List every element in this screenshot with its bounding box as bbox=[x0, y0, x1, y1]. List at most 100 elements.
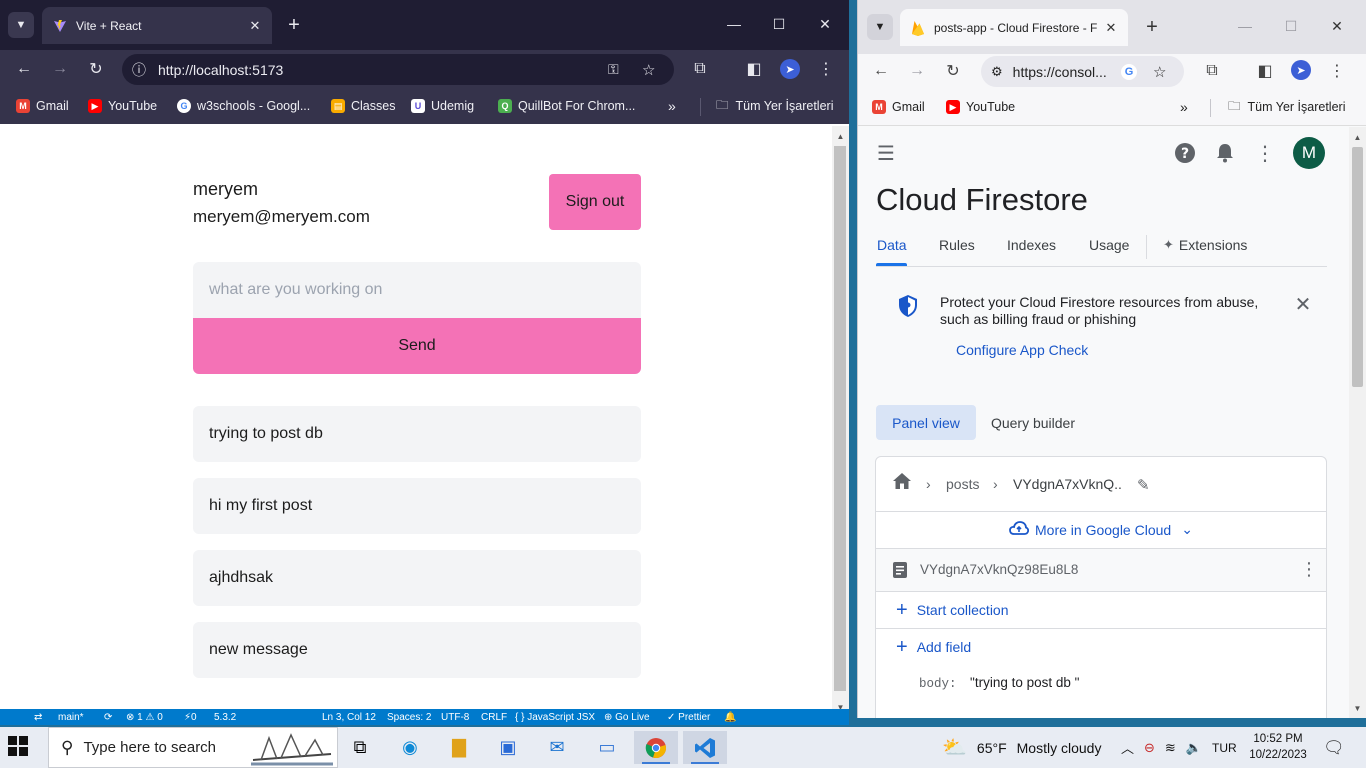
google-lens-icon[interactable]: G bbox=[1121, 63, 1137, 80]
remote-icon[interactable]: ⇄ bbox=[34, 712, 42, 723]
maximize-button[interactable]: ☐ bbox=[1271, 10, 1311, 42]
site-settings-icon[interactable]: ⚙ bbox=[991, 64, 1003, 80]
forward-icon[interactable]: → bbox=[903, 57, 931, 85]
language-mode[interactable]: { } JavaScript JSX bbox=[515, 712, 595, 723]
close-icon[interactable]: ✕ bbox=[1292, 293, 1314, 316]
ports-indicator[interactable]: ⚡0 bbox=[184, 712, 197, 723]
sync-icon[interactable]: ⟳ bbox=[104, 712, 112, 723]
weather-widget[interactable]: ⛅ 65°F Mostly cloudy bbox=[942, 727, 1101, 768]
scroll-up-icon[interactable]: ▲ bbox=[1349, 129, 1366, 145]
extensions-icon[interactable]: ⧉ bbox=[686, 55, 714, 83]
maximize-button[interactable]: ☐ bbox=[759, 8, 799, 40]
help-icon[interactable]: ? bbox=[1172, 140, 1198, 166]
sign-out-button[interactable]: Sign out bbox=[549, 174, 641, 230]
ts-version[interactable]: 5.3.2 bbox=[214, 712, 236, 723]
site-info-icon[interactable]: ⓘ bbox=[132, 60, 146, 80]
star-icon[interactable]: ☆ bbox=[642, 61, 655, 79]
taskbar-search-input[interactable] bbox=[83, 739, 234, 756]
problems-indicator[interactable]: ⊗ 1 ⚠ 0 bbox=[126, 712, 163, 723]
taskbar-search[interactable]: ⚲ bbox=[48, 727, 338, 768]
start-collection-button[interactable]: + Start collection bbox=[896, 600, 1009, 620]
bookmark-quillbot[interactable]: Q QuillBot For Chrom... bbox=[498, 97, 635, 115]
home-icon[interactable] bbox=[892, 472, 912, 493]
all-bookmarks[interactable]: 🗀 Tüm Yer İşaretleri bbox=[1228, 98, 1345, 116]
more-in-google-cloud-button[interactable]: More in Google Cloud ⌄ bbox=[1009, 521, 1193, 538]
tab-search-button[interactable]: ▼ bbox=[8, 12, 34, 38]
notifications-icon[interactable]: 🔔 bbox=[724, 712, 736, 723]
document-menu-icon[interactable]: ⋮ bbox=[1300, 559, 1318, 580]
close-window-button[interactable]: ✕ bbox=[1317, 10, 1357, 42]
tab-data[interactable]: Data bbox=[877, 237, 907, 253]
close-window-button[interactable]: ✕ bbox=[805, 8, 845, 40]
tab-close-icon[interactable]: ✕ bbox=[244, 15, 266, 37]
menu-icon[interactable]: ⋮ bbox=[812, 55, 840, 83]
prettier-status[interactable]: ✓ Prettier bbox=[667, 712, 710, 723]
address-bar[interactable]: ⚙ https://consol... G ☆ bbox=[981, 56, 1184, 87]
bookmark-w3schools[interactable]: Gw3schools - Googl... bbox=[177, 97, 310, 115]
extensions-icon[interactable]: ⧉ bbox=[1198, 57, 1226, 85]
vscode-icon[interactable] bbox=[683, 731, 727, 764]
star-icon[interactable]: ☆ bbox=[1153, 63, 1166, 81]
key-icon[interactable]: ⚿ bbox=[608, 61, 619, 78]
add-field-button[interactable]: + Add field bbox=[896, 637, 971, 657]
network-warning-icon[interactable]: ⊖ bbox=[1144, 740, 1155, 756]
page-scrollbar[interactable]: ▲ ▼ bbox=[1349, 127, 1366, 718]
notifications-bell-icon[interactable] bbox=[1212, 140, 1238, 166]
address-bar[interactable]: ⓘ http://localhost:5173 ⚿ ☆ bbox=[122, 54, 674, 85]
encoding[interactable]: UTF-8 bbox=[441, 712, 469, 723]
scroll-thumb[interactable] bbox=[834, 146, 846, 691]
chrome-icon[interactable] bbox=[634, 731, 678, 764]
reload-icon[interactable]: ↻ bbox=[82, 55, 110, 83]
document-row[interactable]: VYdgnA7xVknQz98Eu8L8 ⋮ bbox=[876, 549, 1326, 592]
microsoft-store-icon[interactable]: ▣ bbox=[486, 731, 530, 764]
mail-icon[interactable]: ✉ bbox=[535, 731, 579, 764]
back-icon[interactable]: ← bbox=[10, 55, 38, 83]
panel-view-button[interactable]: Panel view bbox=[876, 405, 976, 440]
back-icon[interactable]: ← bbox=[867, 57, 895, 85]
profile-icon[interactable]: ➤ bbox=[780, 59, 800, 79]
cursor-position[interactable]: Ln 3, Col 12 bbox=[322, 712, 376, 723]
go-live-button[interactable]: ⊕ Go Live bbox=[604, 712, 650, 723]
query-builder-button[interactable]: Query builder bbox=[983, 405, 1083, 440]
breadcrumb-collection[interactable]: posts bbox=[946, 476, 979, 492]
file-explorer-icon[interactable]: ▇ bbox=[437, 731, 481, 764]
minimize-button[interactable]: — bbox=[714, 8, 754, 40]
wifi-icon[interactable]: ≋ bbox=[1165, 740, 1176, 756]
edge-icon[interactable]: ◉ bbox=[388, 731, 432, 764]
all-bookmarks[interactable]: 🗀 Tüm Yer İşaretleri bbox=[716, 97, 833, 115]
input-language[interactable]: TUR bbox=[1212, 741, 1237, 755]
minimize-button[interactable]: — bbox=[1225, 10, 1265, 42]
account-avatar[interactable]: M bbox=[1293, 137, 1325, 169]
edit-pencil-icon[interactable]: ✎ bbox=[1137, 476, 1150, 494]
bookmarks-overflow-icon[interactable]: » bbox=[1180, 98, 1188, 116]
scroll-down-icon[interactable]: ▼ bbox=[1349, 700, 1366, 716]
action-center-icon[interactable]: 🗨 bbox=[1323, 727, 1345, 768]
forward-icon[interactable]: → bbox=[46, 55, 74, 83]
tab-rules[interactable]: Rules bbox=[939, 237, 975, 253]
bookmark-classes[interactable]: ▤ Classes bbox=[331, 97, 395, 115]
breadcrumb-document[interactable]: VYdgnA7xVknQ.. bbox=[1013, 476, 1122, 492]
bookmark-youtube[interactable]: ▶ YouTube bbox=[88, 97, 157, 115]
git-branch[interactable]: main* bbox=[58, 712, 84, 723]
tab-search-button[interactable]: ▼ bbox=[867, 14, 893, 40]
configure-app-check-link[interactable]: Configure App Check bbox=[956, 342, 1088, 358]
more-options-icon[interactable]: ⋮ bbox=[1252, 140, 1278, 166]
tab-close-icon[interactable]: ✕ bbox=[1100, 17, 1122, 39]
side-panel-icon[interactable]: ◧ bbox=[1251, 57, 1279, 85]
tray-overflow-icon[interactable]: ︿ bbox=[1121, 738, 1134, 757]
tab-extensions[interactable]: ✦ Extensions bbox=[1163, 237, 1247, 253]
reload-icon[interactable]: ↻ bbox=[939, 57, 967, 85]
bookmark-gmail[interactable]: M Gmail bbox=[16, 97, 69, 115]
scroll-up-icon[interactable]: ▲ bbox=[832, 128, 849, 144]
bookmark-youtube[interactable]: ▶ YouTube bbox=[946, 98, 1015, 116]
tab-usage[interactable]: Usage bbox=[1089, 237, 1129, 253]
hamburger-menu-icon[interactable]: ☰ bbox=[875, 140, 897, 166]
post-input[interactable] bbox=[193, 262, 641, 318]
task-view-icon[interactable]: ⧉ bbox=[338, 731, 382, 764]
tab-firestore[interactable]: posts-app - Cloud Firestore - F ✕ bbox=[900, 9, 1128, 46]
menu-icon[interactable]: ⋮ bbox=[1323, 57, 1351, 85]
system-clock[interactable]: 10:52 PM 10/22/2023 bbox=[1248, 731, 1308, 763]
tab-vite-react[interactable]: Vite + React ✕ bbox=[42, 7, 272, 44]
remote-desktop-icon[interactable]: ▭ bbox=[585, 731, 629, 764]
bookmark-gmail[interactable]: M Gmail bbox=[872, 98, 925, 116]
